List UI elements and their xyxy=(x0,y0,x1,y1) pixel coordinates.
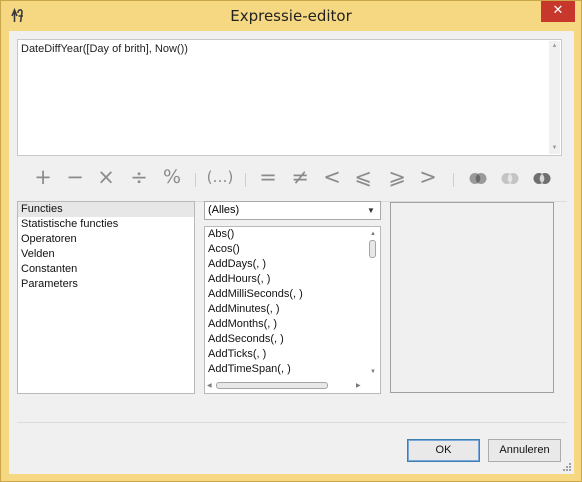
logical-not-icon[interactable] xyxy=(531,171,553,186)
less-or-equal-button[interactable]: ⩽ xyxy=(350,165,376,189)
list-item[interactable]: AddMinutes(, ) xyxy=(205,302,365,317)
list-item[interactable]: AddTimeSpan(, ) xyxy=(205,362,365,377)
close-icon: ✕ xyxy=(552,3,564,18)
scroll-left-icon[interactable]: ◀ xyxy=(207,382,212,390)
greater-or-equal-button[interactable]: ⩾ xyxy=(384,165,410,189)
list-item[interactable]: AddMilliSeconds(, ) xyxy=(205,287,365,302)
expression-text: DateDiffYear([Day of brith], Now()) xyxy=(21,43,188,55)
toolbar-separator xyxy=(195,173,196,187)
list-item[interactable]: Abs() xyxy=(205,227,365,242)
list-item[interactable]: AddSeconds(, ) xyxy=(205,332,365,347)
less-than-button[interactable]: < xyxy=(319,165,345,189)
expression-input[interactable]: DateDiffYear([Day of brith], Now()) ▲ ▼ xyxy=(17,39,562,156)
category-item-constanten[interactable]: Constanten xyxy=(18,262,194,277)
title-bar[interactable]: Expressie-editor ✕ xyxy=(1,1,581,31)
logical-or-icon[interactable] xyxy=(499,171,521,186)
scroll-down-icon[interactable]: ▼ xyxy=(549,143,560,154)
toolbar-separator xyxy=(245,173,246,187)
filter-selected-value: (Alles) xyxy=(208,204,240,216)
list-item[interactable]: AddTicks(, ) xyxy=(205,347,365,362)
equals-button[interactable]: = xyxy=(255,165,281,189)
function-list-horizontal-scrollbar[interactable]: ◀ ▶ xyxy=(206,379,366,392)
greater-than-button[interactable]: > xyxy=(415,165,441,189)
editor-body: DateDiffYear([Day of brith], Now()) ▲ ▼ … xyxy=(9,31,574,474)
plus-button[interactable]: + xyxy=(30,165,56,189)
logical-and-icon[interactable] xyxy=(467,171,489,186)
description-panel xyxy=(390,202,554,393)
filter-dropdown[interactable]: (Alles) ▼ xyxy=(204,201,381,220)
function-list[interactable]: Abs() Acos() AddDays(, ) AddHours(, ) Ad… xyxy=(204,226,381,394)
toolbar-separator xyxy=(453,173,454,187)
parentheses-button[interactable]: (…) xyxy=(205,165,235,189)
scroll-thumb[interactable] xyxy=(216,382,328,389)
resize-grip-icon[interactable] xyxy=(562,462,572,472)
percent-button[interactable]: % xyxy=(159,165,185,189)
operator-toolbar: + − × ÷ % (…) = ≠ < ⩽ ⩾ > xyxy=(9,161,574,191)
multiply-button[interactable]: × xyxy=(93,165,119,189)
expression-scrollbar[interactable]: ▲ ▼ xyxy=(549,41,560,154)
divide-button[interactable]: ÷ xyxy=(126,165,152,189)
list-item[interactable]: Acos() xyxy=(205,242,365,257)
scroll-up-icon[interactable]: ▲ xyxy=(370,230,376,238)
category-item-parameters[interactable]: Parameters xyxy=(18,277,194,292)
function-list-vertical-scrollbar[interactable]: ▲ ▼ xyxy=(367,228,379,378)
scroll-thumb[interactable] xyxy=(369,240,376,258)
window-title: Expressie-editor xyxy=(230,7,352,25)
scroll-down-icon[interactable]: ▼ xyxy=(370,368,376,376)
category-item-velden[interactable]: Velden xyxy=(18,247,194,262)
ok-button[interactable]: OK xyxy=(407,439,480,462)
cancel-button[interactable]: Annuleren xyxy=(488,439,561,462)
list-item[interactable]: AddMonths(, ) xyxy=(205,317,365,332)
category-list[interactable]: Functies Statistische functies Operatore… xyxy=(17,201,195,394)
category-item-functies[interactable]: Functies xyxy=(18,202,194,217)
expression-editor-window: Expressie-editor ✕ DateDiffYear([Day of … xyxy=(0,0,582,482)
category-item-operatoren[interactable]: Operatoren xyxy=(18,232,194,247)
chevron-down-icon[interactable]: ▼ xyxy=(364,203,378,218)
scroll-right-icon[interactable]: ▶ xyxy=(356,382,361,390)
list-item[interactable]: AddHours(, ) xyxy=(205,272,365,287)
minus-button[interactable]: − xyxy=(62,165,88,189)
close-button[interactable]: ✕ xyxy=(541,1,575,22)
not-equal-button[interactable]: ≠ xyxy=(287,165,313,189)
category-item-statistische-functies[interactable]: Statistische functies xyxy=(18,217,194,232)
scroll-up-icon[interactable]: ▲ xyxy=(549,41,560,52)
list-item[interactable]: AddDays(, ) xyxy=(205,257,365,272)
